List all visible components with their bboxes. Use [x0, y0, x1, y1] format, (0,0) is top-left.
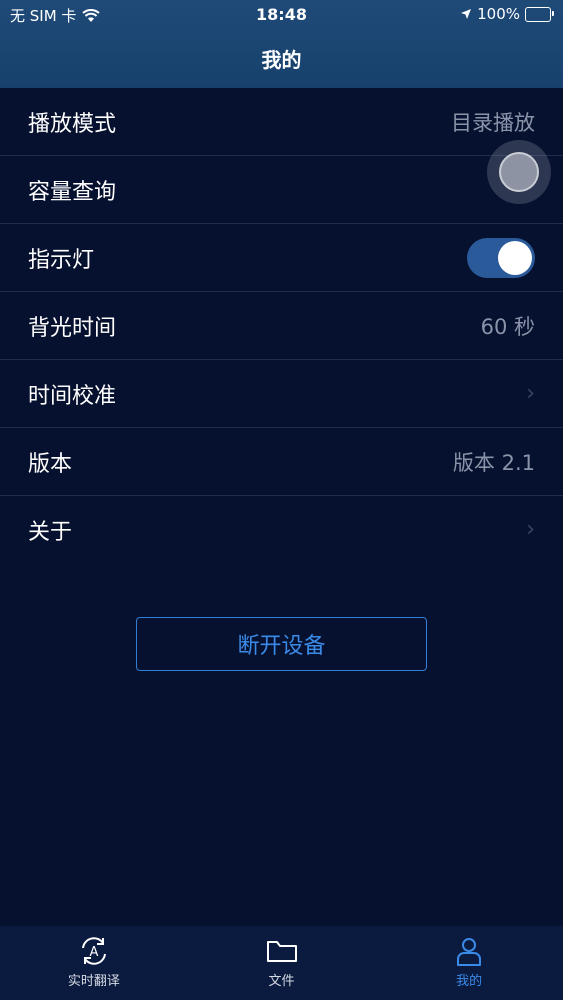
assistive-touch-icon [499, 152, 539, 192]
row-label: 播放模式 [28, 111, 117, 137]
status-right: 100% [460, 5, 554, 23]
row-value: 60 秒 [480, 314, 535, 339]
folder-icon [266, 941, 297, 962]
assistive-touch-button[interactable] [487, 140, 551, 204]
battery-percent: 100% [477, 5, 520, 23]
tab-label: 实时翻译 [67, 974, 120, 989]
row-value: 版本 2.1 [452, 450, 535, 475]
settings-row-about[interactable]: 关于 › [0, 496, 563, 563]
settings-row-time-calibration[interactable]: 时间校准 › [0, 360, 563, 428]
tab-label: 我的 [456, 974, 483, 989]
settings-row-version: 版本 版本 2.1 [0, 428, 563, 496]
status-bar: 无 SIM 卡 18:48 100% [0, 0, 563, 30]
settings-row-backlight[interactable]: 背光时间 60 秒 [0, 292, 563, 360]
location-arrow-icon [461, 9, 472, 19]
settings-row-indicator-light: 指示灯 [0, 224, 563, 292]
translate-icon: A [81, 937, 106, 965]
settings-row-play-mode[interactable]: 播放模式 目录播放 [0, 88, 563, 156]
row-label: 时间校准 [28, 383, 117, 409]
row-label: 容量查询 [28, 179, 117, 205]
row-label: 版本 [28, 451, 73, 477]
page-title: 我的 [261, 48, 302, 72]
battery-icon [525, 6, 554, 22]
person-icon [457, 938, 482, 966]
chevron-right-icon: › [526, 517, 535, 542]
row-label: 关于 [28, 519, 73, 545]
tab-label: 文件 [268, 974, 295, 989]
chevron-right-icon: › [526, 381, 535, 406]
row-label: 背光时间 [28, 315, 117, 341]
toggle-knob [498, 240, 532, 275]
row-label: 指示灯 [28, 247, 95, 273]
settings-row-capacity[interactable]: 容量查询 [0, 156, 563, 224]
settings-list: 播放模式 目录播放 容量查询 指示灯 背光时间 60 秒 时间校准 › 版本 版… [0, 88, 563, 563]
disconnect-device-button[interactable]: 断开设备 [136, 617, 427, 671]
row-value: 目录播放 [451, 110, 535, 135]
tab-files[interactable]: 文件 [188, 926, 376, 1000]
tab-realtime-translate[interactable]: A 实时翻译 [0, 926, 188, 1000]
indicator-light-toggle[interactable] [467, 237, 535, 278]
tab-mine[interactable]: 我的 [375, 926, 563, 1000]
svg-text:A: A [89, 945, 98, 960]
tab-bar: A 实时翻译 文件 我的 [0, 926, 563, 1000]
header: 无 SIM 卡 18:48 100% 我的 [0, 0, 563, 88]
